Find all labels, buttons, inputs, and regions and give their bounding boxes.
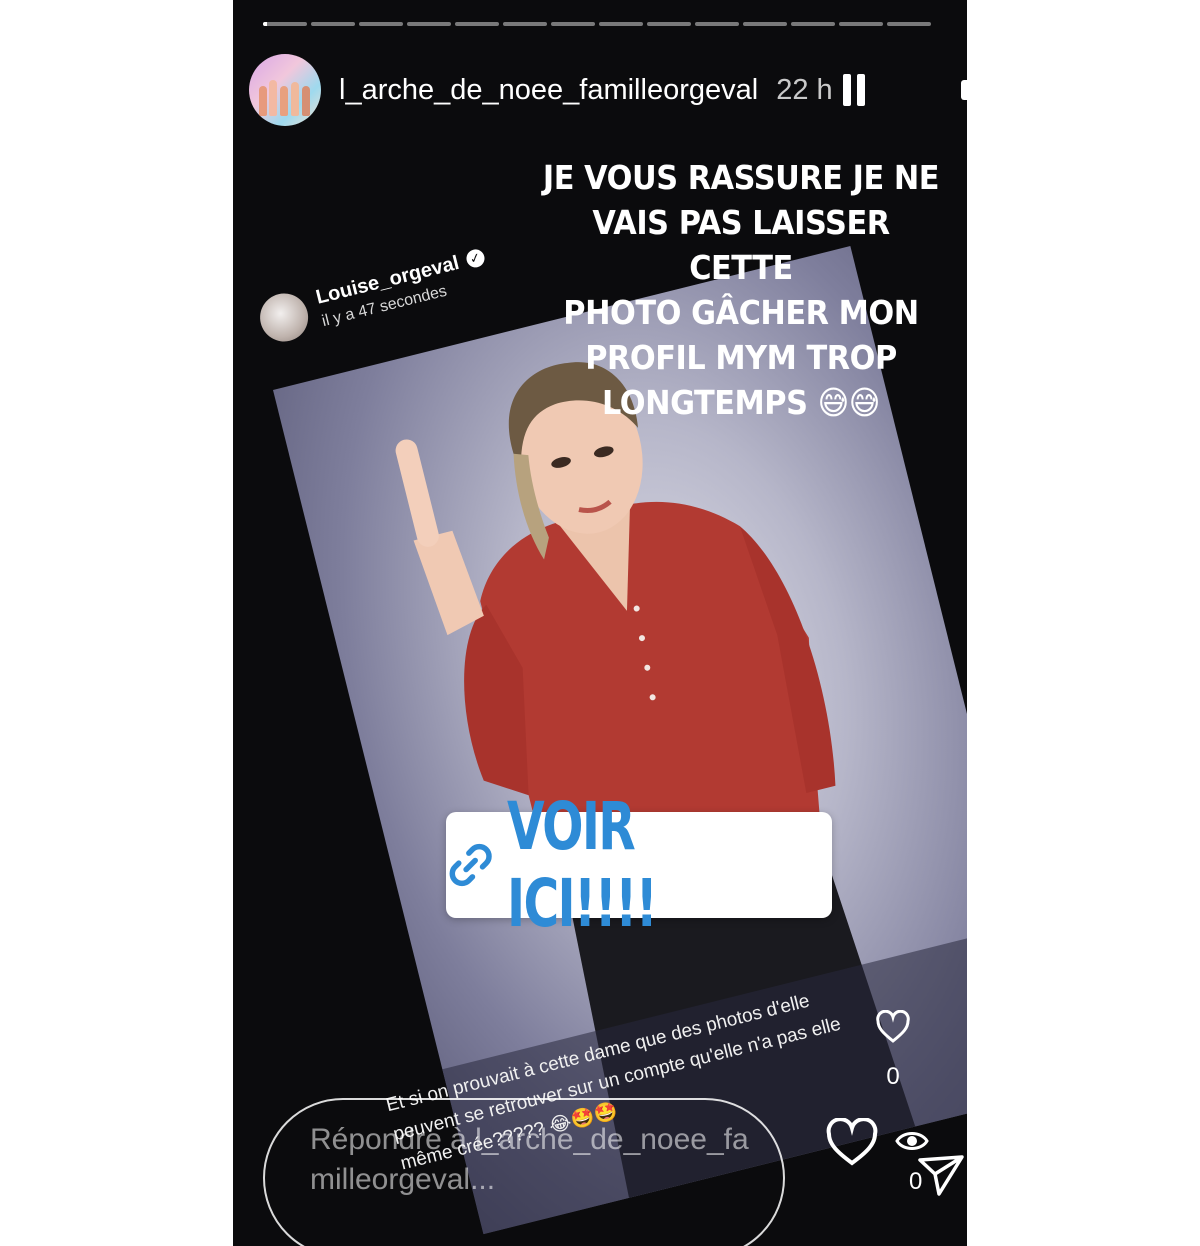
story-progress-segment bbox=[503, 22, 547, 26]
account-username[interactable]: l_arche_de_noee_familleorgeval bbox=[339, 74, 758, 107]
story-viewer[interactable]: l_arche_de_noee_familleorgeval 22 h Loui… bbox=[233, 0, 967, 1246]
caption-line: LONGTEMPS 😅😅 bbox=[601, 383, 880, 422]
story-progress-segment bbox=[695, 22, 739, 26]
story-progress-fill bbox=[263, 22, 268, 26]
caption-line: PROFIL MYM TROP bbox=[585, 338, 897, 377]
like-button-heart-icon[interactable] bbox=[825, 1118, 879, 1168]
story-progress-segment bbox=[551, 22, 595, 26]
repost-header: Louise_orgeval ✓ il y a 47 secondes bbox=[255, 244, 492, 347]
story-progress-segment bbox=[407, 22, 451, 26]
repost-like-stats: 0 bbox=[871, 1009, 915, 1091]
link-icon bbox=[449, 843, 492, 887]
repost-like-count: 0 bbox=[886, 1063, 900, 1090]
reply-placeholder: Répondre à l_arche_de_noee_familleorgeva… bbox=[310, 1123, 749, 1196]
reply-input[interactable]: Répondre à l_arche_de_noee_familleorgeva… bbox=[263, 1098, 785, 1246]
story-progress-segment bbox=[599, 22, 643, 26]
caption-line: PHOTO GÂCHER MON bbox=[563, 293, 919, 332]
story-header: l_arche_de_noee_familleorgeval 22 h bbox=[249, 54, 967, 126]
story-progress-segment bbox=[455, 22, 499, 26]
caption-line: JE VOUS RASSURE JE NE bbox=[542, 158, 940, 197]
story-progress-segment bbox=[263, 22, 307, 26]
story-progress-segment bbox=[311, 22, 355, 26]
more-options-icon[interactable] bbox=[961, 80, 967, 100]
story-progress-bar bbox=[263, 22, 931, 26]
story-progress-segment bbox=[743, 22, 787, 26]
story-progress-segment bbox=[791, 22, 835, 26]
story-time: 22 h bbox=[776, 73, 833, 106]
eye-icon bbox=[895, 1132, 929, 1150]
story-progress-segment bbox=[839, 22, 883, 26]
link-sticker[interactable]: VOIR ICI!!!! bbox=[446, 788, 832, 942]
verified-badge-icon: ✓ bbox=[464, 247, 487, 269]
account-avatar[interactable] bbox=[249, 54, 321, 126]
pause-icon[interactable] bbox=[842, 74, 865, 106]
link-sticker-label: VOIR ICI!!!! bbox=[507, 788, 658, 942]
story-caption: JE VOUS RASSURE JE NE VAIS PAS LAISSER CE… bbox=[539, 155, 944, 425]
story-progress-segment bbox=[359, 22, 403, 26]
send-paper-plane-icon[interactable] bbox=[917, 1152, 965, 1198]
heart-outline-icon bbox=[876, 1009, 910, 1043]
story-progress-segment bbox=[647, 22, 691, 26]
caption-line: VAIS PAS LAISSER CETTE bbox=[592, 203, 890, 287]
story-progress-segment bbox=[887, 22, 931, 26]
